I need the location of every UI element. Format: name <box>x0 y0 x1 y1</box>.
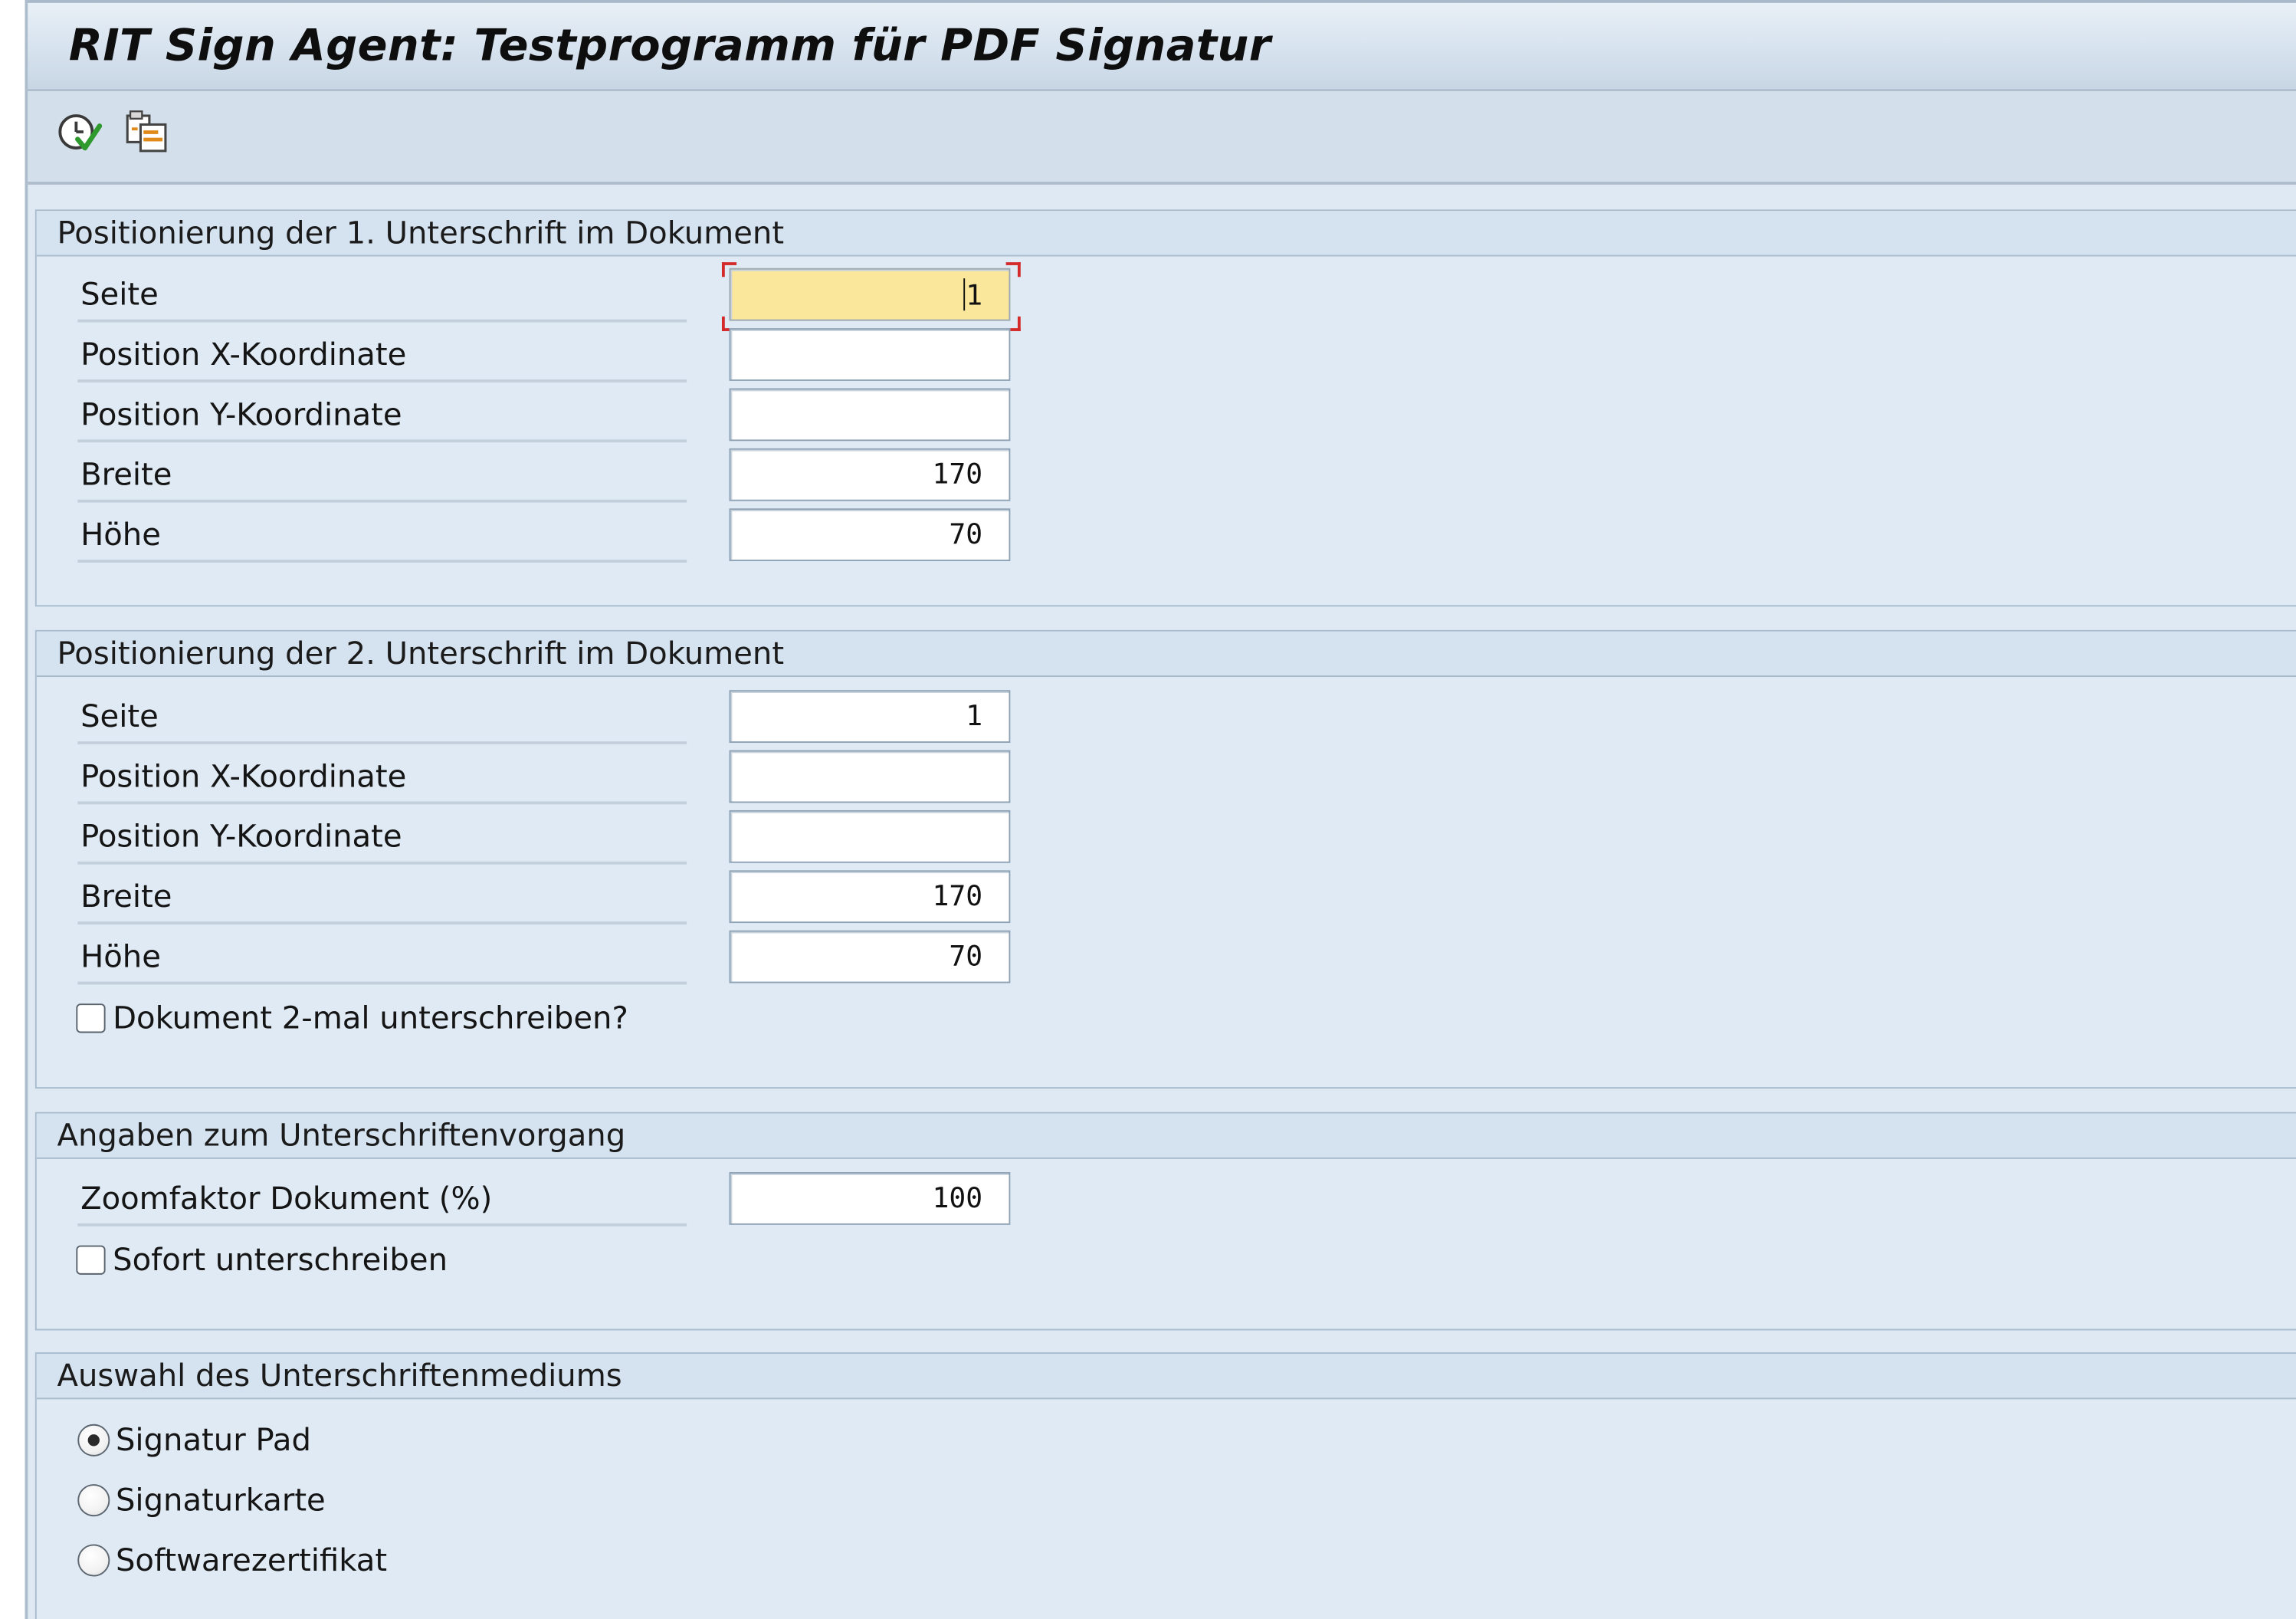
row-divider <box>77 1223 687 1227</box>
radio-signatur-pad[interactable]: Signatur Pad <box>77 1418 311 1462</box>
radio-label: Softwarezertifikat <box>115 1542 388 1578</box>
field-label: Seite <box>80 698 159 734</box>
sign-immediately-checkbox[interactable] <box>76 1245 106 1275</box>
radio-button[interactable] <box>77 1484 110 1517</box>
sign-immediately-label: Sofort unterschreiben <box>113 1242 448 1278</box>
sign-twice-option[interactable]: Dokument 2-mal unterschreiben? <box>76 997 628 1040</box>
group-signing-process: Angaben zum Unterschriftenvorgang Zoomfa… <box>34 1112 2296 1331</box>
group-header: Angaben zum Unterschriftenvorgang <box>36 1113 2296 1159</box>
row-divider <box>77 801 687 805</box>
form-row-x-coordinate: Position X-Koordinate <box>77 327 1011 383</box>
y-coordinate-input[interactable] <box>729 810 1011 863</box>
form-row-y-coordinate: Position Y-Koordinate <box>77 809 1011 865</box>
row-divider <box>77 861 687 865</box>
group-header: Positionierung der 2. Unterschrift im Do… <box>36 631 2296 678</box>
group-header: Positionierung der 1. Unterschrift im Do… <box>36 211 2296 257</box>
form-row-seite: Seite 1 <box>77 688 1011 744</box>
breite-input[interactable]: 170 <box>729 448 1011 501</box>
radio-button-selected[interactable] <box>77 1424 110 1456</box>
seite-input[interactable]: 1 <box>729 690 1011 744</box>
title-bar: RIT Sign Agent: Testprogramm für PDF Sig… <box>28 0 2296 91</box>
group-title: Angaben zum Unterschriftenvorgang <box>57 1118 626 1154</box>
zoom-factor-input[interactable]: 100 <box>729 1172 1011 1225</box>
text-cursor <box>963 278 965 311</box>
field-label: Höhe <box>80 517 161 553</box>
field-label: Höhe <box>80 939 161 975</box>
form-row-hoehe: Höhe 70 <box>77 929 1011 985</box>
sign-twice-checkbox[interactable] <box>76 1003 106 1033</box>
field-label: Zoomfaktor Dokument (%) <box>80 1181 493 1217</box>
execute-clock-icon <box>58 114 103 151</box>
get-variant-button[interactable] <box>122 108 172 158</box>
radio-button[interactable] <box>77 1544 110 1577</box>
field-label: Position Y-Koordinate <box>80 819 402 855</box>
breite-input[interactable]: 170 <box>729 870 1011 924</box>
group-title: Auswahl des Unterschriftenmediums <box>57 1358 622 1394</box>
row-divider <box>77 981 687 985</box>
field-label: Breite <box>80 878 172 915</box>
field-label: Breite <box>80 457 172 493</box>
row-divider <box>77 499 687 503</box>
seite-input[interactable]: 1 <box>729 268 1011 321</box>
row-divider <box>77 379 687 383</box>
radio-label: Signaturkarte <box>115 1483 326 1519</box>
x-coordinate-input[interactable] <box>729 328 1011 381</box>
group-title: Positionierung der 2. Unterschrift im Do… <box>57 635 785 672</box>
app-window: RIT Sign Agent: Testprogramm für PDF Sig… <box>25 0 2296 1619</box>
field-label: Position Y-Koordinate <box>80 396 402 432</box>
row-divider <box>77 319 687 323</box>
sign-immediately-option[interactable]: Sofort unterschreiben <box>76 1238 448 1282</box>
row-divider <box>77 439 687 443</box>
row-divider <box>77 921 687 925</box>
execute-button[interactable] <box>54 108 104 158</box>
field-value: 1 <box>966 280 983 313</box>
row-divider <box>77 741 687 744</box>
form-row-hoehe: Höhe 70 <box>77 507 1011 563</box>
page-title: RIT Sign Agent: Testprogramm für PDF Sig… <box>68 20 1271 72</box>
group-signature-medium: Auswahl des Unterschriftenmediums Signat… <box>34 1352 2296 1619</box>
form-row-zoom: Zoomfaktor Dokument (%) 100 <box>77 1171 1011 1227</box>
form-row-breite: Breite 170 <box>77 869 1011 925</box>
hoehe-input[interactable]: 70 <box>729 508 1011 562</box>
group-header: Auswahl des Unterschriftenmediums <box>36 1354 2296 1400</box>
sign-twice-label: Dokument 2-mal unterschreiben? <box>113 1000 628 1036</box>
radio-signaturkarte[interactable]: Signaturkarte <box>77 1479 326 1522</box>
group-signature-2: Positionierung der 2. Unterschrift im Do… <box>34 629 2296 1089</box>
row-divider <box>77 560 687 563</box>
field-label: Position X-Koordinate <box>80 759 407 794</box>
x-coordinate-input[interactable] <box>729 750 1011 803</box>
form-row-y-coordinate: Position Y-Koordinate <box>77 387 1011 443</box>
form-row-breite: Breite 170 <box>77 447 1011 503</box>
y-coordinate-input[interactable] <box>729 388 1011 442</box>
radio-label: Signatur Pad <box>115 1422 311 1458</box>
form-row-x-coordinate: Position X-Koordinate <box>77 749 1011 805</box>
group-signature-1: Positionierung der 1. Unterschrift im Do… <box>34 209 2296 607</box>
hoehe-input[interactable]: 70 <box>729 930 1011 984</box>
focus-marker <box>721 262 737 277</box>
field-label: Seite <box>80 277 159 313</box>
copy-variant-icon <box>126 110 167 153</box>
field-label: Position X-Koordinate <box>80 337 407 373</box>
radio-softwarezertifikat[interactable]: Softwarezertifikat <box>77 1539 387 1582</box>
focus-marker <box>1005 262 1021 277</box>
application-toolbar <box>28 90 2296 185</box>
group-title: Positionierung der 1. Unterschrift im Do… <box>57 215 785 251</box>
form-row-seite: Seite 1 <box>77 262 1021 331</box>
screen: RIT Sign Agent: Testprogramm für PDF Sig… <box>0 0 2296 1619</box>
